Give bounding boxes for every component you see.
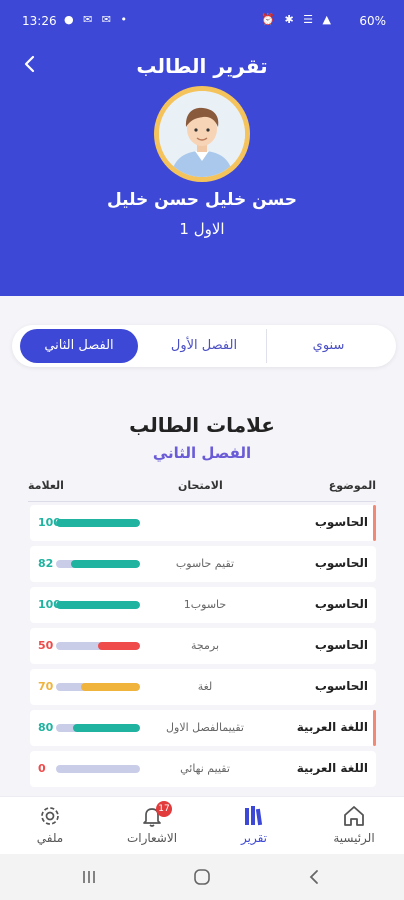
nav-notifications[interactable]: 17 الاشعارات xyxy=(112,801,192,845)
score-progress-bar xyxy=(56,765,140,773)
table-row[interactable]: الحاسوب حاسوب1 100 xyxy=(30,587,376,623)
system-nav-bar xyxy=(0,854,404,900)
score-progress-fill xyxy=(71,560,140,568)
score-progress-fill xyxy=(72,724,140,732)
row-subject: الحاسوب xyxy=(314,556,368,570)
table-row[interactable]: اللغة العربية تقييمالفصل الاول 80 xyxy=(30,710,376,746)
score-progress-fill xyxy=(81,683,140,691)
student-avatar-icon xyxy=(159,91,245,177)
table-row[interactable]: الحاسوب 100 xyxy=(30,505,376,541)
row-score: 100 xyxy=(38,516,61,529)
row-exam: تقييمالفصل الاول xyxy=(166,721,244,734)
home-icon xyxy=(344,806,364,826)
marks-title: علامات الطالب xyxy=(129,413,275,437)
score-progress-fill xyxy=(98,642,140,650)
circle-home-icon xyxy=(194,869,210,885)
tab-second-term[interactable]: الفصل الثاني xyxy=(20,329,138,363)
row-exam: برمجة xyxy=(190,639,220,652)
row-subject: الحاسوب xyxy=(314,679,368,693)
score-progress-bar xyxy=(56,724,140,732)
score-progress-bar xyxy=(56,642,140,650)
table-row[interactable]: الحاسوب لغة 70 xyxy=(30,669,376,705)
score-progress-bar xyxy=(56,601,140,609)
row-exam: تقيم حاسوب xyxy=(175,557,235,570)
student-grade: الاول 1 xyxy=(179,220,225,238)
chevron-left-icon xyxy=(309,870,318,884)
row-score: 0 xyxy=(38,762,46,775)
column-exam: الامتحان xyxy=(178,479,223,492)
status-bar: 13:26 ● ✉ ✉ • ⏰ ✱ ☰ ▲ 60% xyxy=(0,0,404,44)
nav-notifications-label: الاشعارات xyxy=(126,831,178,845)
score-progress-bar xyxy=(56,560,140,568)
home-system-button[interactable] xyxy=(187,864,217,890)
row-subject: اللغة العربية xyxy=(296,761,368,775)
row-score: 100 xyxy=(38,598,61,611)
row-subject: الحاسوب xyxy=(314,638,368,652)
row-score: 50 xyxy=(38,639,54,652)
back-system-button[interactable] xyxy=(300,864,330,890)
report-books-icon xyxy=(245,806,263,826)
tab-first-term[interactable]: الفصل الأول xyxy=(142,329,266,363)
row-subject: الحاسوب xyxy=(314,597,368,611)
notification-icons: ● ✉ ✉ • xyxy=(64,13,131,26)
recent-apps-button[interactable] xyxy=(74,864,104,890)
row-exam: تقييم نهائي xyxy=(180,762,230,775)
recent-apps-icon xyxy=(83,871,95,883)
system-status-icons: ⏰ ✱ ☰ ▲ xyxy=(261,13,334,26)
nav-profile[interactable]: ملفي xyxy=(10,803,90,845)
nav-report[interactable]: تقرير xyxy=(214,803,294,845)
score-progress-fill xyxy=(56,601,140,609)
marks-list: الحاسوب 100 الحاسوب تقيم حاسوب 82 الحاسوب حاسو… xyxy=(30,505,376,792)
page-title: تقرير الطالب xyxy=(136,54,268,78)
marks-subtitle: الفصل الثاني xyxy=(152,444,252,462)
status-time: 13:26 xyxy=(22,14,57,28)
divider xyxy=(28,501,376,502)
row-subject: الحاسوب xyxy=(314,515,368,529)
table-row[interactable]: اللغة العربية تقييم نهائي 0 xyxy=(30,751,376,787)
nav-profile-label: ملفي xyxy=(36,831,64,845)
row-score: 82 xyxy=(38,557,54,570)
term-tabs: سنوي الفصل الأول الفصل الثاني xyxy=(12,325,396,367)
tab-annual[interactable]: سنوي xyxy=(266,329,390,363)
row-score: 70 xyxy=(38,680,54,693)
table-row[interactable]: الحاسوب تقيم حاسوب 82 xyxy=(30,546,376,582)
gear-icon xyxy=(41,807,59,825)
profile-header: تقرير الطالب حسن خليل حسن خليل الاول 1 xyxy=(0,44,404,296)
row-exam: لغة xyxy=(197,680,213,693)
score-progress-bar xyxy=(56,683,140,691)
score-progress-fill xyxy=(56,519,140,527)
bottom-nav: الرئيسية تقرير 17 الاشعارات ملفي xyxy=(0,796,404,854)
column-subject: الموضوع xyxy=(328,479,376,492)
table-header: الموضوع الامتحان العلامة xyxy=(28,479,376,499)
score-progress-bar xyxy=(56,519,140,527)
row-score: 80 xyxy=(38,721,54,734)
table-row[interactable]: الحاسوب برمجة 50 xyxy=(30,628,376,664)
notifications-badge: 17 xyxy=(156,801,172,817)
row-subject: اللغة العربية xyxy=(296,720,368,734)
nav-report-label: تقرير xyxy=(241,831,267,845)
row-exam: حاسوب1 xyxy=(183,598,227,611)
avatar xyxy=(154,86,250,182)
nav-home-label: الرئيسية xyxy=(333,831,375,845)
student-name: حسن خليل حسن خليل xyxy=(106,190,298,210)
column-mark: العلامة xyxy=(28,479,64,492)
nav-home[interactable]: الرئيسية xyxy=(314,803,394,845)
battery-level: 60% xyxy=(359,14,386,28)
